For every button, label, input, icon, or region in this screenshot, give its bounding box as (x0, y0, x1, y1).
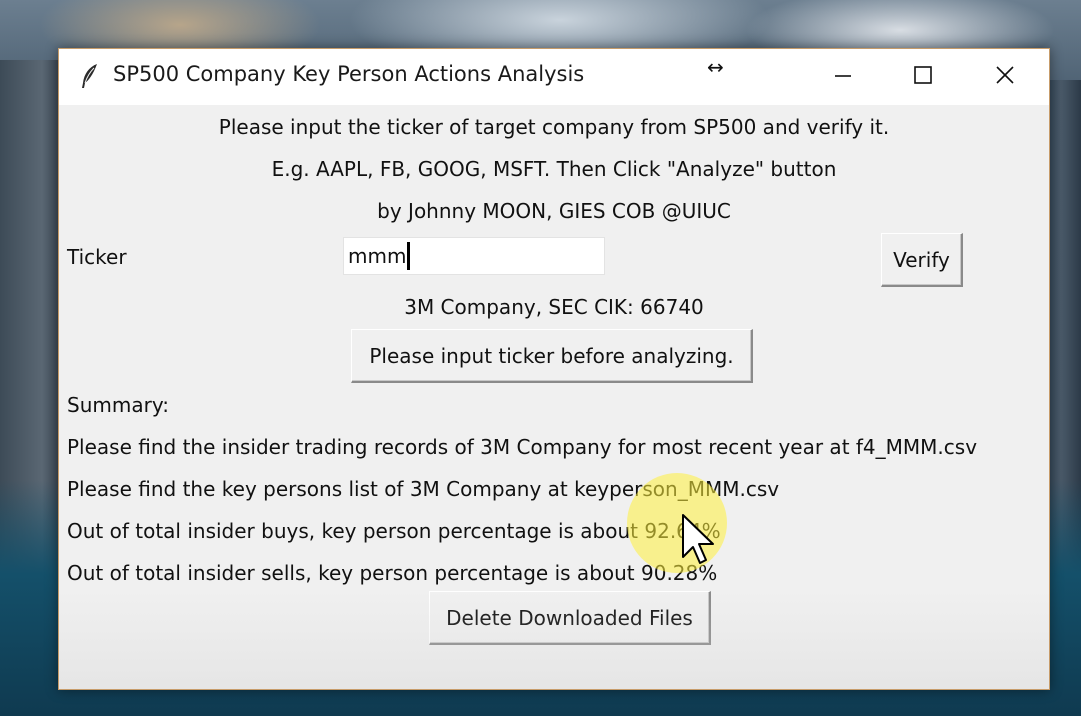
close-icon (996, 66, 1014, 84)
maximize-button[interactable] (883, 49, 963, 101)
analyze-button[interactable]: Please input ticker before analyzing. (351, 329, 753, 383)
minimize-button[interactable] (803, 49, 883, 101)
maximize-icon (914, 66, 932, 84)
summary-line: Out of total insider sells, key person p… (67, 561, 718, 585)
summary-line: Out of total insider buys, key person pe… (67, 519, 721, 543)
summary-heading: Summary: (67, 393, 169, 417)
author-line: by Johnny MOON, GIES COB @UIUC (377, 199, 731, 223)
mouse-pointer-icon (682, 514, 714, 564)
title-bar[interactable]: SP500 Company Key Person Actions Analysi… (59, 49, 1049, 105)
feather-icon (82, 64, 97, 88)
window-content: Please input the ticker of target compan… (59, 105, 1049, 689)
delete-files-button[interactable]: Delete Downloaded Files (429, 591, 711, 645)
company-info: 3M Company, SEC CIK: 66740 (404, 295, 704, 319)
resize-arrows-icon: ↔ (707, 55, 724, 79)
close-button[interactable] (965, 49, 1045, 101)
app-window: SP500 Company Key Person Actions Analysi… (58, 48, 1050, 690)
summary-line: Please find the insider trading records … (67, 435, 978, 459)
ticker-label: Ticker (67, 245, 127, 269)
instruction-line-1: Please input the ticker of target compan… (218, 115, 890, 139)
ticker-input[interactable] (343, 237, 605, 275)
instruction-line-2: E.g. AAPL, FB, GOOG, MSFT. Then Click "A… (271, 157, 837, 181)
verify-button[interactable]: Verify (881, 233, 963, 287)
minimize-icon (835, 75, 851, 77)
window-title: SP500 Company Key Person Actions Analysi… (113, 62, 585, 86)
text-caret (407, 242, 410, 270)
